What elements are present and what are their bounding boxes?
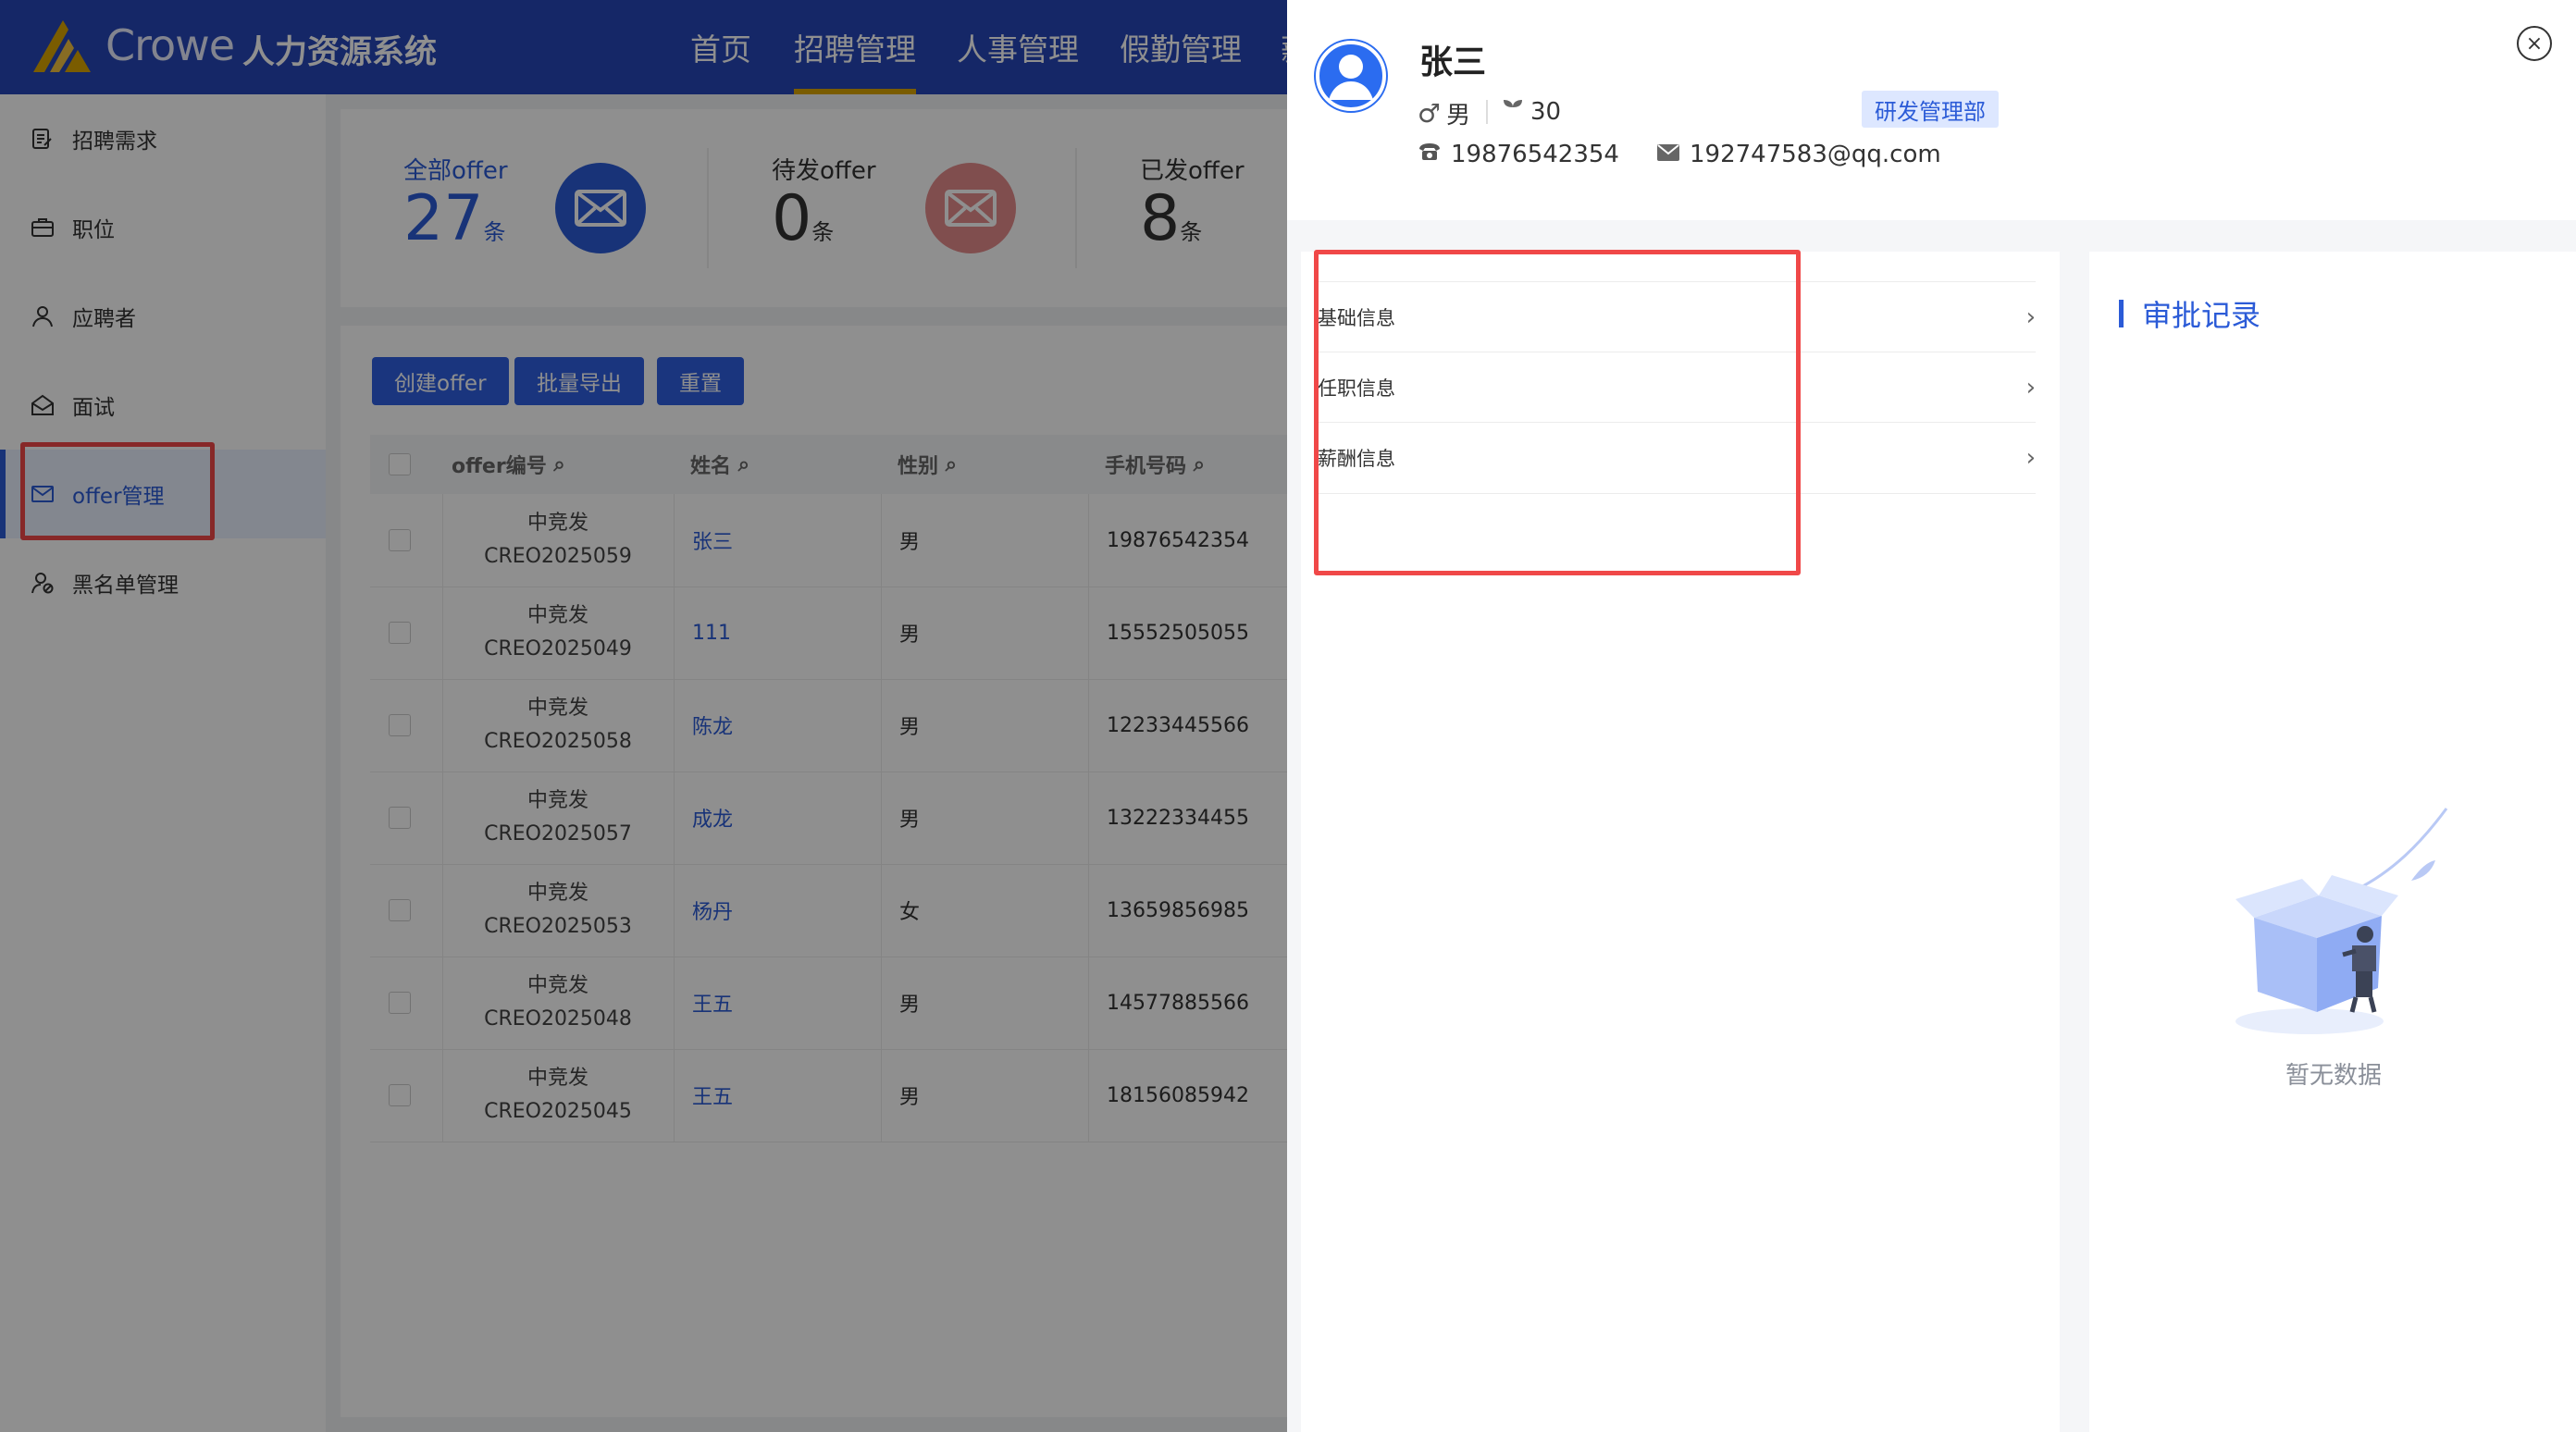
close-icon: × [2525, 31, 2544, 56]
email-info: 192747583@qq.com [1656, 141, 1941, 168]
gender-value: 男 [1446, 102, 1471, 130]
sections-highlight-box [1314, 250, 1801, 575]
chevron-right-icon: › [2025, 444, 2036, 472]
modal-overlay[interactable] [0, 0, 1287, 1432]
close-button[interactable]: × [2517, 26, 2552, 61]
male-icon: ♂ [1418, 98, 1442, 129]
chevron-right-icon: › [2025, 374, 2036, 401]
gender-info: ♂ 男 [1418, 96, 1470, 130]
envelope-icon [1656, 141, 1680, 168]
phone-icon [1418, 141, 1442, 168]
phone-value: 19876542354 [1451, 141, 1619, 168]
avatar [1314, 39, 1388, 113]
empty-state-text: 暂无数据 [2285, 1062, 2383, 1090]
empty-box-illustration [2235, 808, 2448, 1034]
candidate-name: 张三 [1419, 43, 1487, 81]
chevron-right-icon: › [2025, 303, 2036, 331]
phone-info: 19876542354 [1418, 141, 1619, 168]
email-value: 192747583@qq.com [1690, 141, 1941, 168]
age-value: 30 [1530, 97, 1562, 126]
department-tag: 研发管理部 [1862, 91, 1999, 128]
meta-divider [1486, 100, 1488, 124]
age-info: 30 [1501, 96, 1561, 127]
approval-title: 审批记录 [2119, 292, 2260, 335]
sprout-icon [1501, 96, 1525, 127]
